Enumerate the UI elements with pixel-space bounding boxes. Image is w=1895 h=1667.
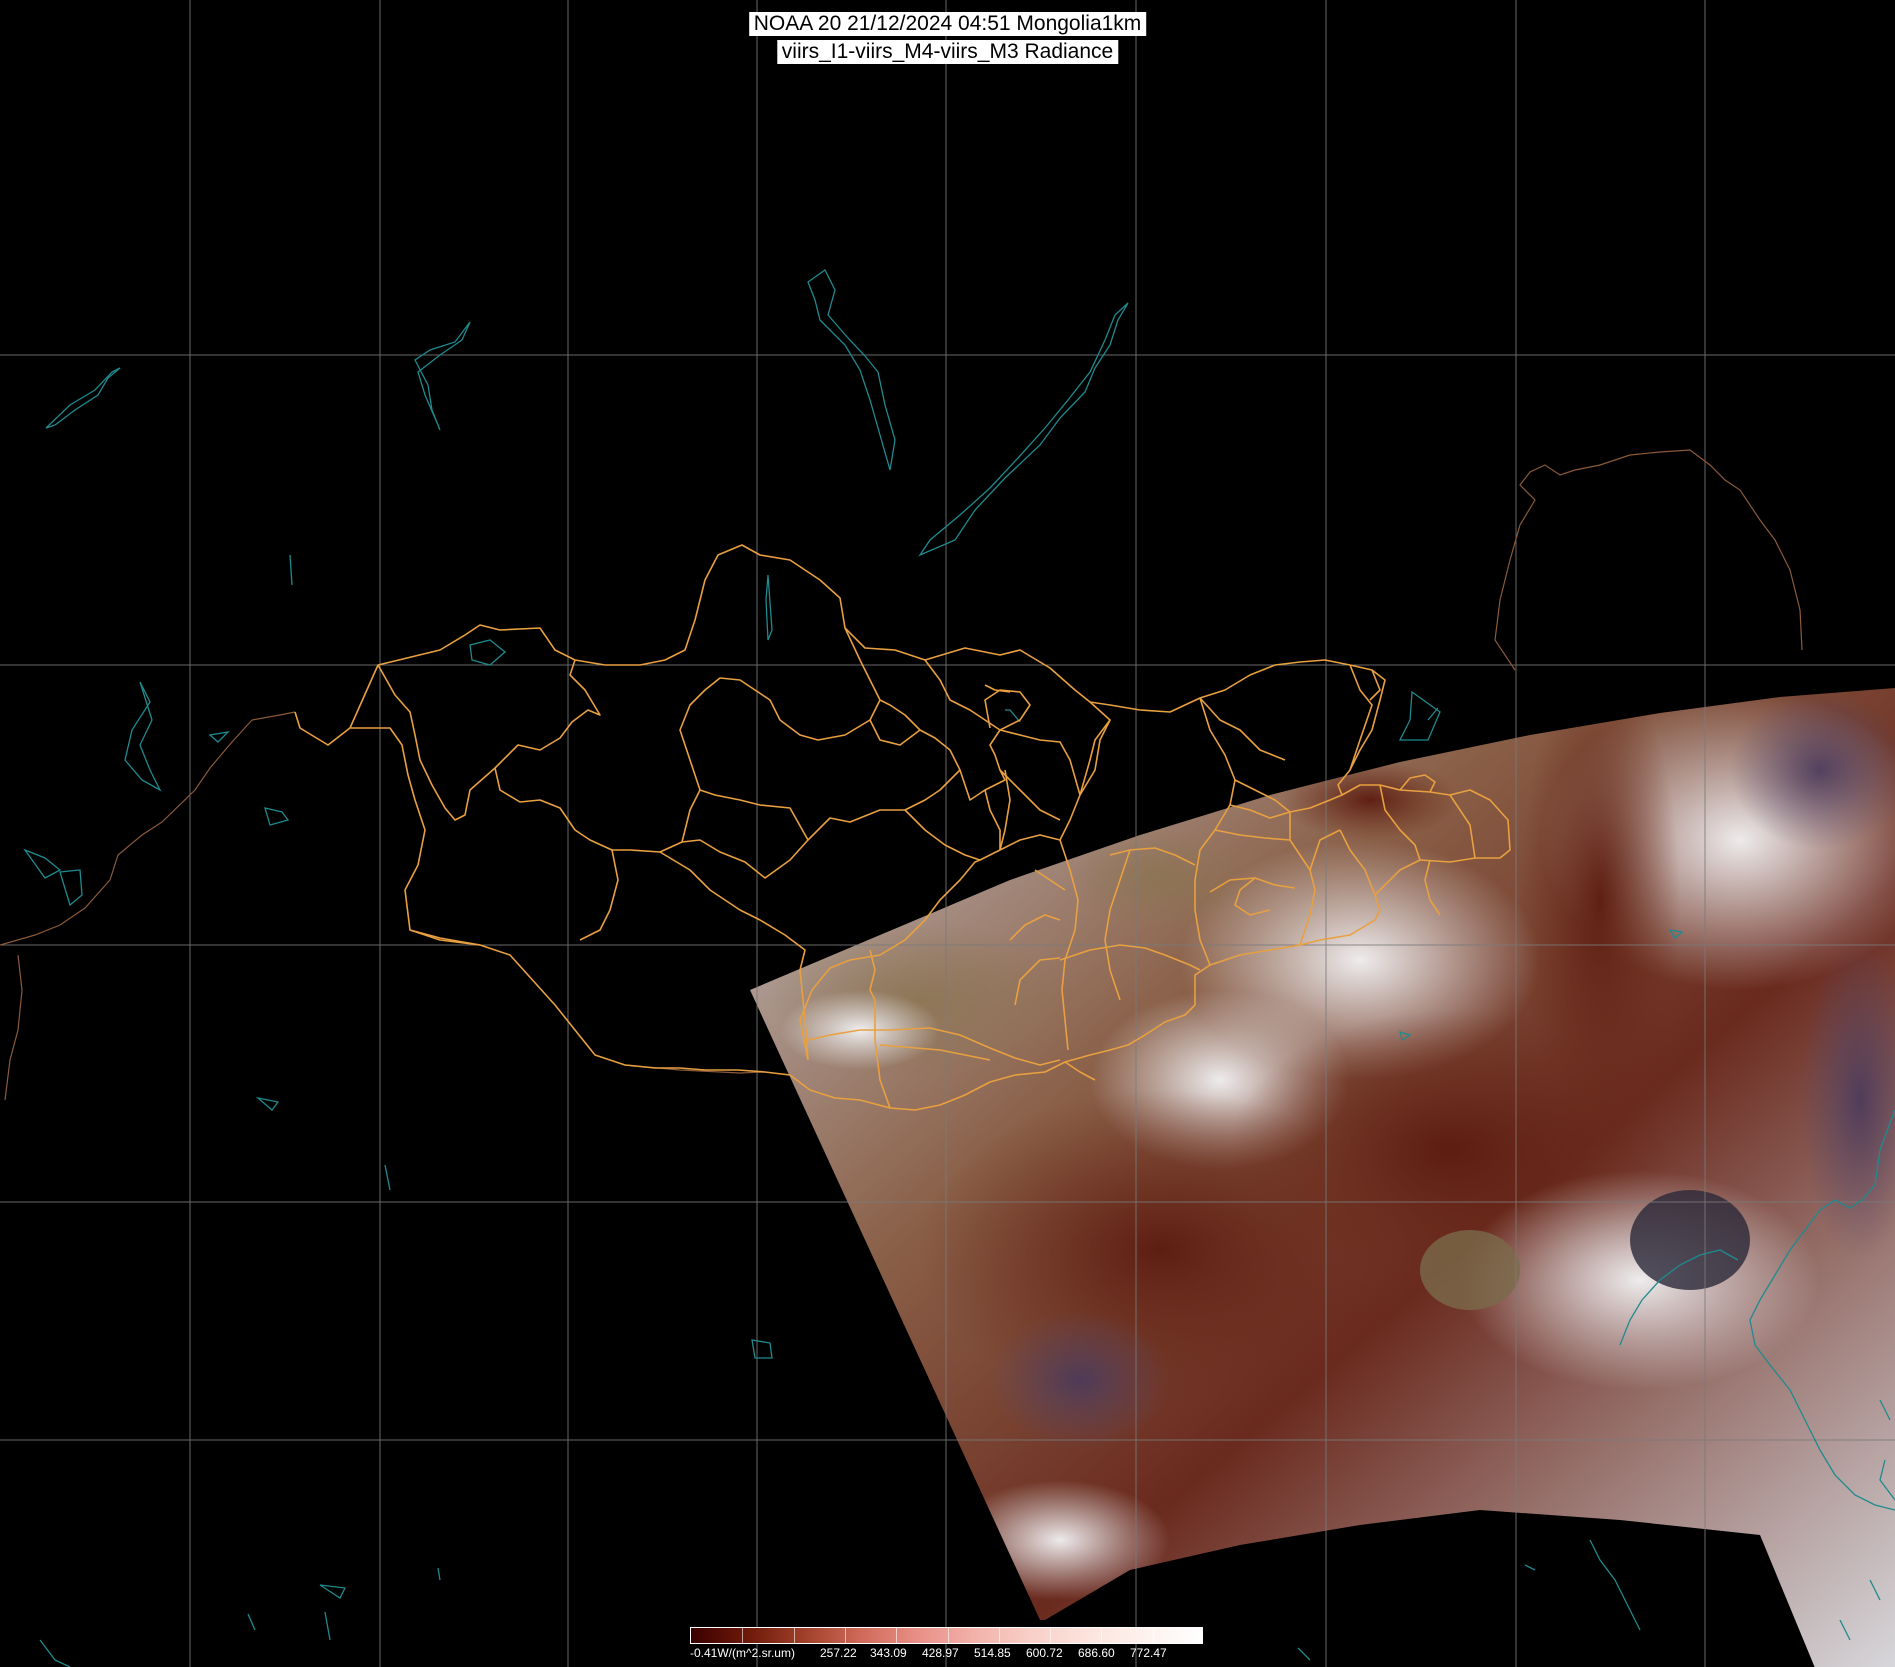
colorbar-divider	[1050, 1628, 1052, 1643]
colorbar-divider	[1101, 1628, 1103, 1643]
colorbar-ramp	[690, 1627, 1203, 1644]
map-title-line-1: NOAA 20 21/12/2024 04:51 Mongolia1km	[748, 12, 1147, 36]
map-title-line-2: viirs_I1-viirs_M4-viirs_M3 Radiance	[776, 40, 1119, 64]
colorbar-tick-label: -0.41W/(m^2.sr.um)	[690, 1646, 795, 1660]
colorbar-divider	[947, 1628, 949, 1643]
colorbar-divider	[896, 1628, 898, 1643]
radiance-colorbar: -0.41W/(m^2.sr.um) 257.22 343.09 428.97 514.…	[690, 1627, 1203, 1661]
colorbar-divider	[793, 1628, 795, 1643]
colorbar-tick-label: 428.97	[922, 1646, 959, 1660]
colorbar-divider	[998, 1628, 1000, 1643]
satellite-swath-image	[750, 688, 1895, 1667]
colorbar-tick-label: 343.09	[870, 1646, 907, 1660]
colorbar-tick-label: 514.85	[974, 1646, 1011, 1660]
colorbar-tick-label: 686.60	[1078, 1646, 1115, 1660]
colorbar-divider	[1152, 1628, 1154, 1643]
colorbar-tick-label: 600.72	[1026, 1646, 1063, 1660]
satellite-map-view: NOAA 20 21/12/2024 04:51 Mongolia1km vii…	[0, 0, 1895, 1667]
colorbar-tick-label: 257.22	[820, 1646, 857, 1660]
colorbar-divider	[742, 1628, 744, 1643]
map-canvas	[0, 0, 1895, 1667]
colorbar-tick-label: 772.47	[1130, 1646, 1167, 1660]
colorbar-divider	[844, 1628, 846, 1643]
